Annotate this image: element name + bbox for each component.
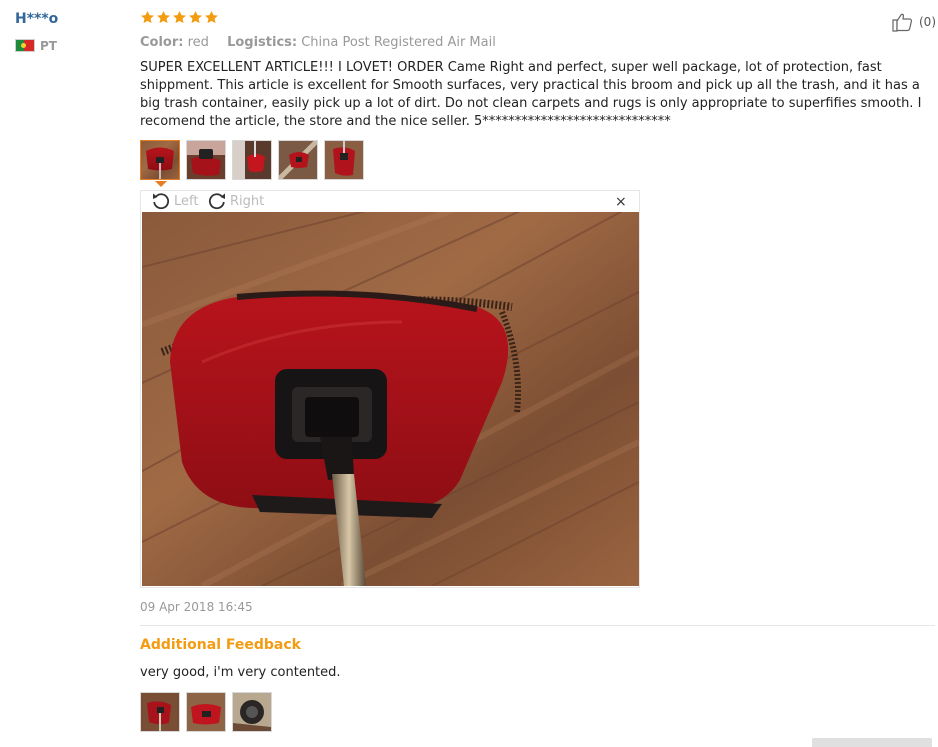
review-photo-thumbnails <box>140 140 364 180</box>
photo-viewer: Left Right × <box>140 190 640 588</box>
helpful-count: (0) <box>919 15 936 29</box>
scroll-region-edge <box>812 738 932 747</box>
logistics-label: Logistics: <box>227 35 298 50</box>
star-icon <box>141 10 154 24</box>
star-icon <box>189 10 202 24</box>
star-rating <box>140 10 219 25</box>
reviewer-name[interactable]: H***o <box>15 11 58 27</box>
review-date: 09 Apr 2018 16:45 <box>140 600 253 614</box>
photo-thumbnail[interactable] <box>186 140 226 180</box>
star-icon <box>205 10 218 24</box>
helpful-button[interactable]: (0) <box>891 11 936 33</box>
order-attributes: Color: red Logistics: China Post Registe… <box>140 35 496 50</box>
additional-photo-thumbnails <box>140 692 272 732</box>
star-icon <box>173 10 186 24</box>
rotate-right-label: Right <box>230 193 265 209</box>
star-icon <box>157 10 170 24</box>
active-thumbnail-caret <box>155 181 167 187</box>
photo-thumbnail[interactable] <box>140 140 180 180</box>
rotate-left-label: Left <box>174 193 199 209</box>
rotate-right-button[interactable]: Right <box>207 191 264 211</box>
photo-thumbnail[interactable] <box>186 692 226 732</box>
color-value: red <box>187 35 209 50</box>
photo-thumbnail[interactable] <box>324 140 364 180</box>
rotate-left-button[interactable]: Left <box>151 191 198 211</box>
logistics-value: China Post Registered Air Mail <box>301 35 496 50</box>
additional-feedback-title: Additional Feedback <box>140 637 301 653</box>
additional-feedback-text: very good, i'm very contented. <box>140 665 341 680</box>
divider <box>140 625 935 626</box>
photo-thumbnail[interactable] <box>232 140 272 180</box>
rotate-right-icon <box>208 193 225 210</box>
review-photo-large <box>142 212 639 586</box>
photo-thumbnail[interactable] <box>278 140 318 180</box>
portugal-flag-icon <box>15 39 35 52</box>
reviewer-country: PT <box>40 39 57 53</box>
close-viewer-button[interactable]: × <box>615 193 627 211</box>
review-text: SUPER EXCELLENT ARTICLE!!! I LOVET! ORDE… <box>140 60 922 129</box>
photo-thumbnail[interactable] <box>140 692 180 732</box>
rotate-left-icon <box>153 193 170 210</box>
thumbs-up-icon <box>892 13 913 32</box>
photo-thumbnail[interactable] <box>232 692 272 732</box>
color-label: Color: <box>140 35 184 50</box>
